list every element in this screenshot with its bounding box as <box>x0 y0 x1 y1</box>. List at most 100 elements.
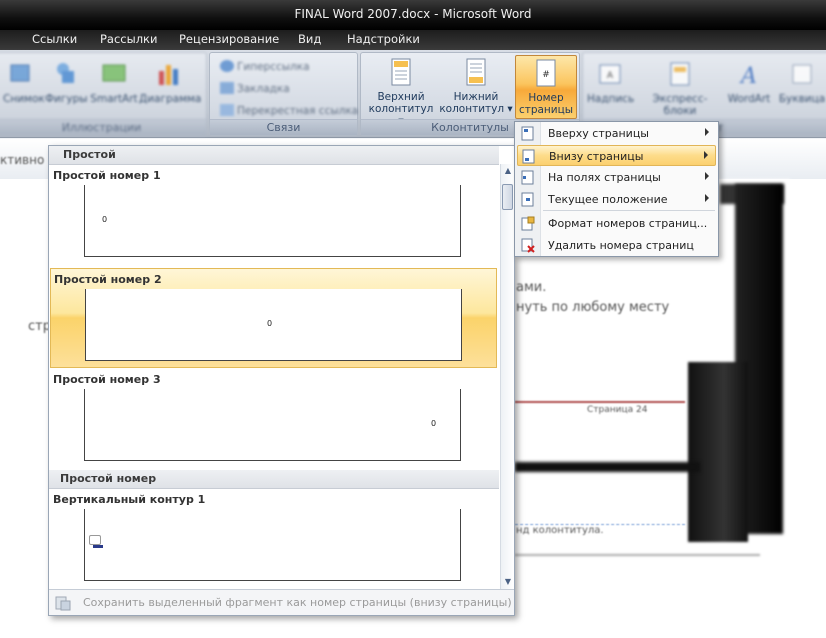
header-label-line2: колонтитул <box>368 103 434 115</box>
wordart-label: WordArt <box>727 93 771 105</box>
cross-reference-icon <box>220 104 234 116</box>
page-number-label-line2: страницы <box>518 104 574 116</box>
header-label-line1: Верхний <box>377 91 425 103</box>
chart-button[interactable]: Диаграмма <box>139 59 202 105</box>
format-page-numbers-icon <box>521 216 535 231</box>
bar-chart-icon <box>159 65 178 85</box>
tab-addins[interactable]: Надстройки <box>347 30 420 50</box>
scroll-down-arrow-icon[interactable]: ▼ <box>501 575 515 589</box>
top-of-page-icon <box>521 126 534 141</box>
tab-view[interactable]: Вид <box>298 30 321 50</box>
toolbar-fragment: ктивно <box>0 153 45 167</box>
menu-item-current-position[interactable]: Текущее положение <box>517 189 716 210</box>
group-links: Гиперссылка Закладка Перекрестная ссылка… <box>209 52 358 136</box>
menu-item-page-margins[interactable]: На полях страницы <box>517 167 716 188</box>
doc-line1: ами. <box>516 280 547 295</box>
gallery-item-plain-number-2[interactable]: Простой номер 2 0 <box>50 268 497 368</box>
shapes-button[interactable]: Фигуры <box>45 59 88 105</box>
chevron-down-icon: ▾ <box>504 103 513 115</box>
page-number-icon: # <box>536 59 556 87</box>
menu-item-label: Вверху страницы <box>548 127 649 140</box>
gallery-section-header: Простой <box>49 146 499 165</box>
shapes-icon <box>57 63 74 83</box>
dark-page-block <box>688 362 748 542</box>
page-margins-icon <box>521 170 534 185</box>
red-rule <box>515 401 685 403</box>
gallery-item-plain-number-3[interactable]: Простой номер 3 0 <box>50 369 497 469</box>
bookmark-button[interactable]: Закладка <box>220 82 290 95</box>
group-illustrations: Снимок Фигуры SmartArt Диаграмма Иллюстр… <box>0 52 207 136</box>
textbox-label: Надпись <box>587 93 635 105</box>
dropcap-button[interactable]: Буквица <box>775 59 826 105</box>
submenu-arrow-icon <box>705 128 709 136</box>
menu-item-bottom-of-page[interactable]: Внизу страницы <box>517 145 716 166</box>
wordart-button[interactable]: A WordArt <box>725 59 773 105</box>
page-number-gallery: Простой Простой номер 1 0 Простой номер … <box>48 145 515 616</box>
smartart-icon <box>102 64 126 82</box>
cross-reference-label: Перекрестная ссылка <box>237 105 359 117</box>
gallery-footer[interactable]: Сохранить выделенный фрагмент как номер … <box>49 589 514 615</box>
page-preview: 0 <box>84 389 461 461</box>
footer-label-line2: колонтитул <box>439 103 505 115</box>
menu-item-label: Текущее положение <box>548 193 668 206</box>
cross-reference-button[interactable]: Перекрестная ссылка <box>220 104 358 117</box>
textbox-button[interactable]: A Надпись <box>587 59 635 105</box>
page-preview: 0 <box>85 289 462 361</box>
smartart-label: SmartArt <box>90 93 138 105</box>
preview-page-number: 0 <box>102 215 108 224</box>
menu-item-remove-page-numbers[interactable]: Удалить номера страниц <box>517 235 716 256</box>
hyperlink-button[interactable]: Гиперссылка <box>220 60 310 73</box>
bottom-of-page-icon <box>522 149 535 164</box>
quick-parts-icon <box>670 62 690 86</box>
menu-item-label: На полях страницы <box>548 171 661 184</box>
dropcap-icon <box>792 64 812 84</box>
scroll-up-arrow-icon[interactable]: ▲ <box>501 164 515 178</box>
tab-references[interactable]: Ссылки <box>32 30 77 50</box>
vertical-outline-mark <box>89 535 101 545</box>
scroll-thumb[interactable] <box>502 184 513 210</box>
svg-text:A: A <box>739 64 757 89</box>
gallery-content: Простой Простой номер 1 0 Простой номер … <box>49 146 499 589</box>
window-title: FINAL Word 2007.docx - Microsoft Word <box>294 7 532 21</box>
page-preview <box>84 509 461 581</box>
submenu-arrow-icon <box>705 172 709 180</box>
hyperlink-label: Гиперссылка <box>237 61 310 73</box>
footer-button[interactable]: Нижний колонтитул ▾ <box>439 57 513 115</box>
menu-item-top-of-page[interactable]: Вверху страницы <box>517 123 716 144</box>
header-button[interactable]: Верхний колонтитул ▾ <box>365 57 437 127</box>
save-selection-label: Сохранить выделенный фрагмент как номер … <box>83 596 512 609</box>
black-band <box>515 462 700 472</box>
quick-parts-button[interactable]: Экспресс-блоки <box>639 59 721 117</box>
page-number-submenu: Вверху страницы Внизу страницы На полях … <box>514 121 719 257</box>
current-position-icon <box>521 192 534 207</box>
gallery-section-header: Простой номер <box>49 470 499 489</box>
page-preview: 0 <box>84 185 461 257</box>
remove-page-numbers-icon <box>521 238 535 253</box>
wordart-icon: A <box>739 64 757 89</box>
save-selection-icon <box>55 596 71 611</box>
header-page-icon <box>391 58 411 86</box>
gallery-item-plain-number-1[interactable]: Простой номер 1 0 <box>50 165 497 265</box>
menu-item-label: Удалить номера страниц <box>548 239 694 252</box>
footer-label-line1: Нижний <box>453 91 499 103</box>
screenshot-button[interactable]: Снимок <box>3 59 45 105</box>
tab-review[interactable]: Рецензирование <box>179 30 279 50</box>
menu-item-format-page-numbers[interactable]: Формат номеров страниц... <box>517 213 716 234</box>
tab-mailings[interactable]: Рассылки <box>100 30 157 50</box>
group-label-links: Связи <box>210 119 357 135</box>
quick-parts-label: Экспресс-блоки <box>652 93 708 117</box>
preview-page-number: 0 <box>431 419 437 428</box>
window-title-bar: FINAL Word 2007.docx - Microsoft Word <box>0 0 826 30</box>
gallery-item-title: Вертикальный контур 1 <box>53 493 206 506</box>
menu-item-label: Формат номеров страниц... <box>548 217 708 230</box>
gallery-item-vertical-outline-1[interactable]: Вертикальный контур 1 <box>50 489 497 589</box>
chart-label: Диаграмма <box>139 93 202 105</box>
smartart-button[interactable]: SmartArt <box>89 59 139 105</box>
vertical-outline-bar <box>93 545 103 548</box>
screenshot-label: Снимок <box>3 93 45 105</box>
gallery-item-title: Простой номер 1 <box>53 169 161 182</box>
screenshot-icon <box>10 64 30 82</box>
page-number-button[interactable]: # Номер страницы ▾ <box>515 55 577 128</box>
gallery-scrollbar[interactable]: ▲ ▼ <box>500 164 514 589</box>
globe-link-icon <box>220 60 234 72</box>
